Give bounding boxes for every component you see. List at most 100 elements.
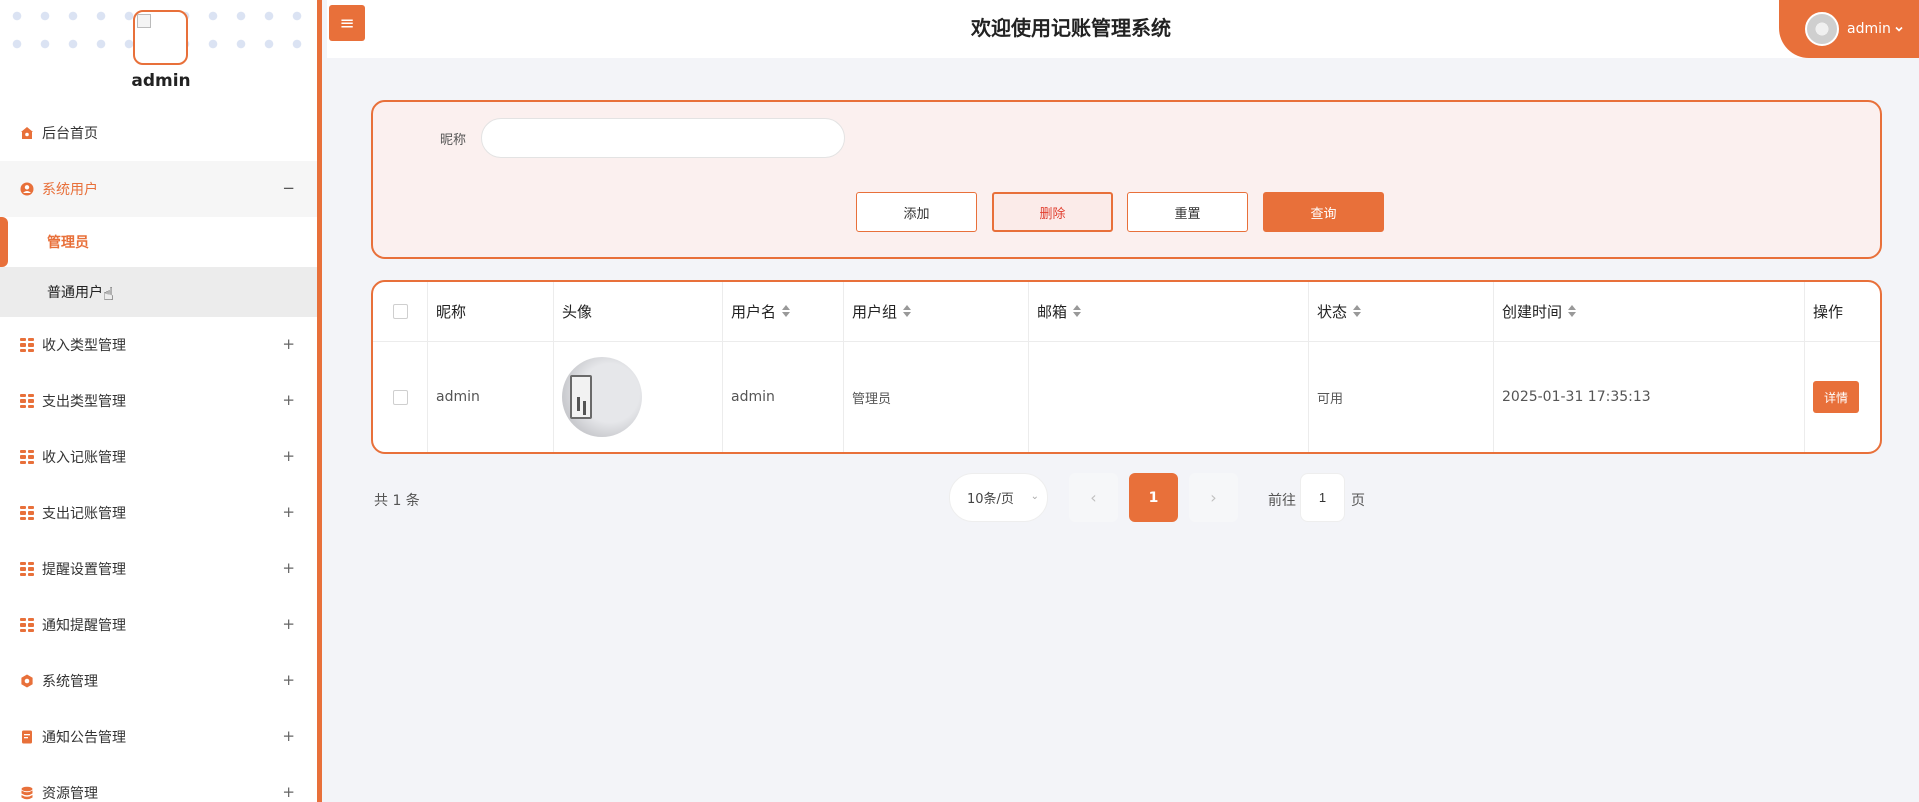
user-circle-icon [20,182,34,196]
sidebar-subitem-label: 管理员 [47,235,89,251]
table-cell-group: 管理员 [843,342,1028,452]
sidebar-item-notification-reminders[interactable]: 通知提醒管理 + [0,597,317,653]
cell-value: 管理员 [852,391,892,407]
column-header-label: 创建时间 [1502,303,1563,321]
page-title: 欢迎使用记账管理系统 [971,16,1171,40]
expand-icon[interactable]: + [282,391,295,409]
reset-button[interactable]: 重置 [1127,192,1248,232]
hand-cursor-icon: ☝ [103,284,114,305]
sort-icon[interactable] [1073,305,1082,317]
column-header-label: 操作 [1813,303,1844,321]
sidebar-item-label: 收入记账管理 [42,450,126,466]
sidebar-item-resources[interactable]: 资源管理 + [0,765,317,802]
sort-icon[interactable] [1568,305,1577,317]
expand-icon[interactable]: + [282,559,295,577]
sidebar-item-system-management[interactable]: 系统管理 + [0,653,317,709]
select-all-checkbox[interactable] [392,304,408,319]
sidebar-item-label: 系统管理 [42,674,98,690]
grid-icon [20,450,34,464]
sidebar-item-label: 收入类型管理 [42,338,126,354]
grid-icon [20,338,34,352]
column-header-created-time[interactable]: 创建时间 [1493,282,1804,341]
sidebar-item-income-records[interactable]: 收入记账管理 + [0,429,317,485]
sidebar-item-expense-records[interactable]: 支出记账管理 + [0,485,317,541]
search-panel: 昵称 添加 删除 重置 查询 [371,100,1882,259]
chevron-down-icon: ⌄ [1030,491,1039,502]
column-header-actions: 操作 [1804,282,1880,341]
row-select-cell [373,342,427,452]
column-header-avatar: 头像 [553,282,722,341]
column-header-label: 用户组 [852,303,898,321]
user-menu[interactable]: admin [1779,0,1919,58]
sidebar-item-announcements[interactable]: 通知公告管理 + [0,709,317,765]
sidebar-item-label: 系统用户 [42,182,98,198]
prev-page-button[interactable]: ‹ [1069,473,1118,522]
sidebar-item-expense-types[interactable]: 支出类型管理 + [0,373,317,429]
sidebar-item-label: 提醒设置管理 [42,562,126,578]
sidebar-subitem-admins[interactable]: 管理员 [0,217,317,267]
grid-icon [20,562,34,576]
goto-label: 前往 [1268,493,1296,509]
home-icon [20,126,34,140]
sidebar-subitem-label: 普通用户 [47,285,103,301]
expand-icon[interactable]: + [282,615,295,633]
sidebar-item-label: 资源管理 [42,786,98,802]
sort-icon[interactable] [903,305,912,317]
expand-icon[interactable]: + [282,671,295,689]
column-header-status[interactable]: 状态 [1308,282,1493,341]
column-header-email[interactable]: 邮箱 [1028,282,1308,341]
user-avatar [1805,12,1839,46]
sidebar-item-system-users[interactable]: 系统用户 − [0,161,317,217]
query-button[interactable]: 查询 [1263,192,1384,232]
sidebar-item-label: 通知公告管理 [42,730,126,746]
grid-icon [20,506,34,520]
sidebar-item-label: 通知提醒管理 [42,618,126,634]
delete-button[interactable]: 删除 [992,192,1113,232]
sidebar-item-income-types[interactable]: 收入类型管理 + [0,317,317,373]
expand-icon[interactable]: + [282,335,295,353]
collapse-icon[interactable]: − [282,179,295,197]
column-header-username[interactable]: 用户名 [722,282,843,341]
expand-icon[interactable]: + [282,503,295,521]
column-header-nickname: 昵称 [427,282,553,341]
sidebar-item-home[interactable]: 后台首页 [0,105,317,161]
sidebar-item-label: 支出记账管理 [42,506,126,522]
gear-icon [20,674,34,688]
column-header-label: 用户名 [731,303,777,321]
goto-page-input[interactable] [1300,473,1345,522]
detail-button[interactable]: 详情 [1813,381,1859,413]
avatar[interactable] [133,10,188,65]
sidebar-subitem-normal-users[interactable]: 普通用户 ☝ [0,267,317,317]
user-avatar-image[interactable] [562,357,642,437]
sidebar-username: admin [131,71,191,91]
column-header-label: 状态 [1317,303,1348,321]
nickname-search-input[interactable] [481,118,845,158]
total-count: 共 1 条 [374,493,420,509]
sidebar-item-label: 后台首页 [42,126,98,142]
page-number-current[interactable]: 1 [1129,473,1178,522]
user-table: 昵称 头像 用户名 用户组 邮箱 状态 创建时间 操作 admin admin … [371,280,1882,454]
page-size-select[interactable]: 10条/页 ⌄ [949,473,1048,522]
expand-icon[interactable]: + [282,783,295,801]
nickname-label: 昵称 [440,133,467,148]
select-all-cell [373,282,427,341]
column-header-label: 头像 [562,303,593,321]
table-cell-created-time: 2025-01-31 17:35:13 [1493,342,1804,452]
add-button[interactable]: 添加 [856,192,977,232]
table-cell-nickname: admin [427,342,553,452]
table-cell-email [1028,342,1308,452]
page-suffix-label: 页 [1351,493,1365,509]
sort-icon[interactable] [782,305,791,317]
next-page-button[interactable]: › [1189,473,1238,522]
grid-icon [20,394,34,408]
cell-value: 可用 [1317,391,1344,407]
expand-icon[interactable]: + [282,447,295,465]
cell-value: 2025-01-31 17:35:13 [1502,389,1651,405]
table-cell-username: admin [722,342,843,452]
row-checkbox[interactable] [392,389,408,405]
sort-icon[interactable] [1353,305,1362,317]
column-header-group[interactable]: 用户组 [843,282,1028,341]
expand-icon[interactable]: + [282,727,295,745]
sidebar-item-reminder-settings[interactable]: 提醒设置管理 + [0,541,317,597]
sidebar-menu: 后台首页 系统用户 − 管理员 普通用户 ☝ 收入类型管理 + 支出类型管理 + [0,105,317,802]
